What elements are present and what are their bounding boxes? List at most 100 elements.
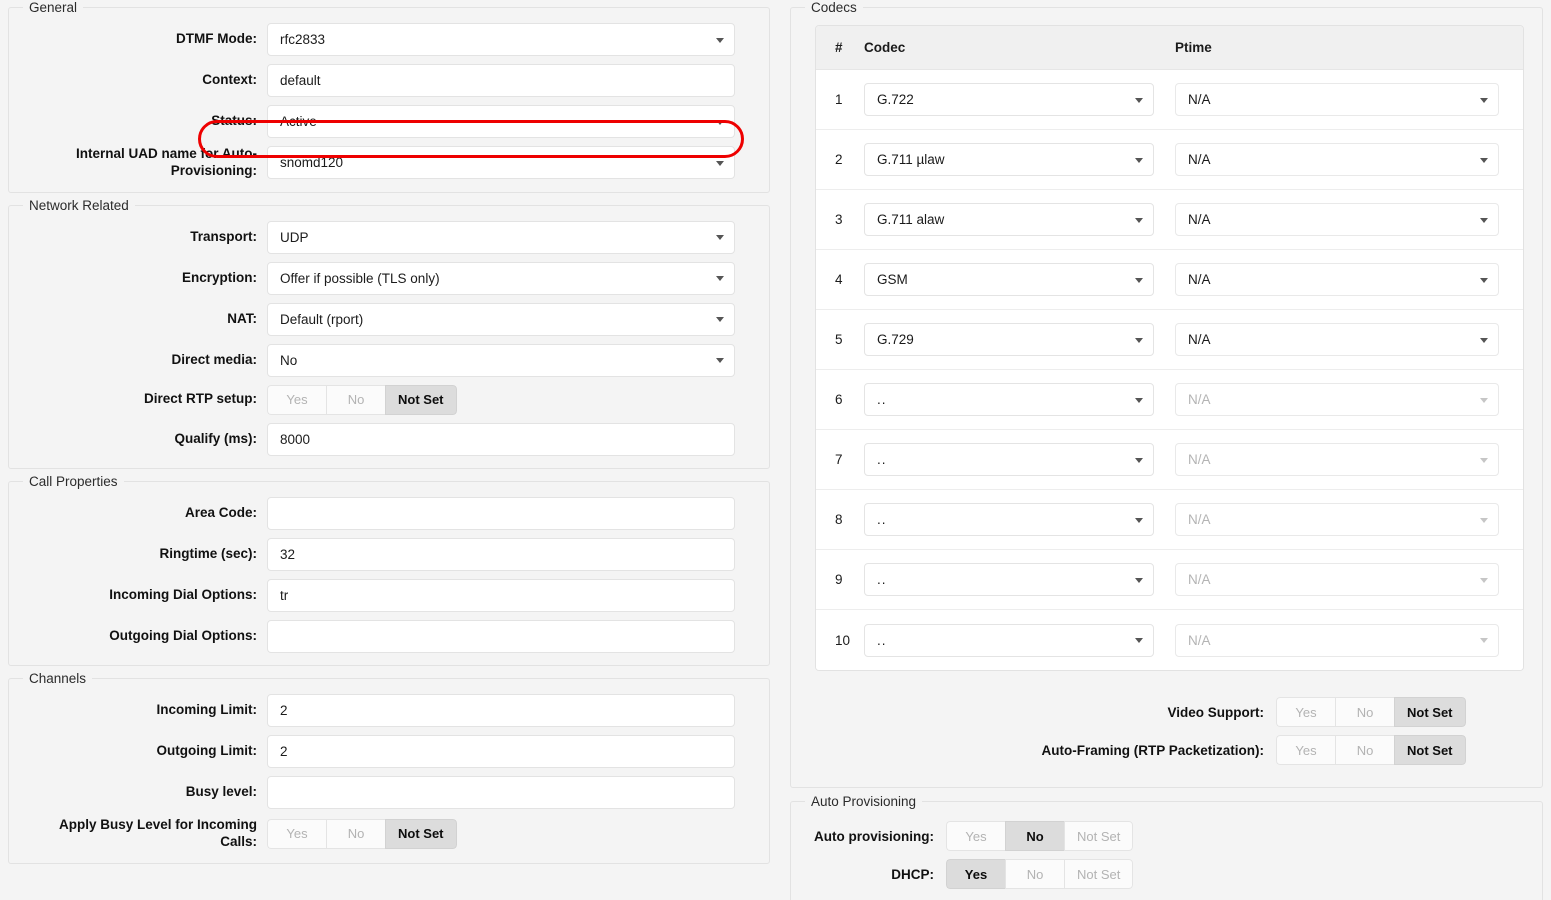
label-outgoing-dial-options: Outgoing Dial Options: — [19, 628, 267, 645]
general-legend: General — [23, 0, 83, 15]
video-support-option-no[interactable]: No — [1335, 697, 1394, 727]
codec-row-number: 10 — [816, 633, 864, 648]
codec-row-number: 2 — [816, 152, 864, 167]
select-codec-2[interactable]: G.711 µlaw — [864, 143, 1154, 176]
table-row: 9..N/A — [816, 550, 1523, 610]
codecs-table-body: 1G.722N/A2G.711 µlawN/A3G.711 alawN/A4GS… — [816, 70, 1523, 670]
apply-busy-level-for-incoming-calls-option-no[interactable]: No — [326, 819, 385, 849]
select-transport[interactable]: UDP — [267, 221, 735, 254]
form-row-ringtime-sec: Ringtime (sec):32 — [19, 538, 759, 571]
network-related-section: Network Related Transport:UDPEncryption:… — [8, 198, 770, 469]
label-qualify-ms: Qualify (ms): — [19, 431, 267, 448]
select-codec-4[interactable]: GSM — [864, 263, 1154, 296]
chevron-down-icon — [1135, 518, 1143, 523]
auto-provisioning-option-no[interactable]: No — [1005, 821, 1064, 851]
chevron-down-icon — [716, 358, 724, 363]
auto-provisioning-option-not-set[interactable]: Not Set — [1064, 821, 1133, 851]
input-qualify-ms[interactable]: 8000 — [267, 423, 735, 456]
input-incoming-dial-options[interactable]: tr — [267, 579, 735, 612]
select-ptime-3[interactable]: N/A — [1175, 203, 1499, 236]
video-support-option-yes[interactable]: Yes — [1276, 697, 1335, 727]
select-ptime-10: N/A — [1175, 624, 1499, 657]
auto-framing-rtp-packetization-option-not-set[interactable]: Not Set — [1394, 735, 1466, 765]
select-status[interactable]: Active — [267, 105, 735, 138]
chevron-down-icon — [716, 317, 724, 322]
select-codec-6[interactable]: .. — [864, 383, 1154, 416]
dhcp-option-yes[interactable]: Yes — [946, 859, 1005, 889]
value-outgoing-limit: 2 — [280, 744, 288, 759]
form-row-auto-framing-rtp-packetization: Auto-Framing (RTP Packetization):YesNoNo… — [801, 735, 1532, 765]
control-transport: UDP — [267, 221, 759, 254]
control-busy-level — [267, 776, 759, 809]
label-ringtime-sec: Ringtime (sec): — [19, 546, 267, 563]
select-ptime-9: N/A — [1175, 563, 1499, 596]
select-dtmf-mode[interactable]: rfc2833 — [267, 23, 735, 56]
direct-rtp-setup-option-not-set[interactable]: Not Set — [385, 385, 457, 415]
input-context[interactable]: default — [267, 64, 735, 97]
codec-cell: .. — [864, 624, 1175, 657]
input-outgoing-limit[interactable]: 2 — [267, 735, 735, 768]
select-direct-media[interactable]: No — [267, 344, 735, 377]
dhcp-option-no[interactable]: No — [1005, 859, 1064, 889]
control-status: Active — [267, 105, 759, 138]
select-ptime-2[interactable]: N/A — [1175, 143, 1499, 176]
video-support-option-not-set[interactable]: Not Set — [1394, 697, 1466, 727]
call-properties-rows: Area Code:Ringtime (sec):32Incoming Dial… — [19, 497, 759, 653]
ptime-value-8: N/A — [1188, 512, 1211, 527]
apply-busy-level-for-incoming-calls-option-not-set[interactable]: Not Set — [385, 819, 457, 849]
ptime-value-4: N/A — [1188, 272, 1211, 287]
control-area-code — [267, 497, 759, 530]
select-codec-8[interactable]: .. — [864, 503, 1154, 536]
auto-provisioning-option-yes[interactable]: Yes — [946, 821, 1005, 851]
direct-rtp-setup-option-no[interactable]: No — [326, 385, 385, 415]
auto-framing-rtp-packetization-option-yes[interactable]: Yes — [1276, 735, 1335, 765]
direct-rtp-setup-option-yes[interactable]: Yes — [267, 385, 326, 415]
value-direct-media: No — [280, 353, 297, 368]
select-codec-7[interactable]: .. — [864, 443, 1154, 476]
chevron-down-icon — [1480, 518, 1488, 523]
select-ptime-1[interactable]: N/A — [1175, 83, 1499, 116]
select-nat[interactable]: Default (rport) — [267, 303, 735, 336]
ptime-cell: N/A — [1175, 323, 1523, 356]
label-incoming-dial-options: Incoming Dial Options: — [19, 587, 267, 604]
value-qualify-ms: 8000 — [280, 432, 310, 447]
input-outgoing-dial-options[interactable] — [267, 620, 735, 653]
codecs-legend: Codecs — [805, 0, 863, 15]
form-row-qualify-ms: Qualify (ms): 8000 — [19, 423, 759, 456]
codec-row-number: 5 — [816, 332, 864, 347]
auto-provisioning-rows: Auto provisioning:YesNoNot SetDHCP:YesNo… — [801, 821, 1532, 889]
select-codec-9[interactable]: .. — [864, 563, 1154, 596]
select-codec-10[interactable]: .. — [864, 624, 1154, 657]
chevron-down-icon — [1480, 398, 1488, 403]
ptime-cell: N/A — [1175, 443, 1523, 476]
label-internal-uad-name-for-auto-provisioning: Internal UAD name for Auto-Provisioning: — [19, 146, 267, 180]
auto-framing-rtp-packetization-option-no[interactable]: No — [1335, 735, 1394, 765]
select-codec-3[interactable]: G.711 alaw — [864, 203, 1154, 236]
select-encryption[interactable]: Offer if possible (TLS only) — [267, 262, 735, 295]
input-busy-level[interactable] — [267, 776, 735, 809]
apply-busy-level-for-incoming-calls-option-yes[interactable]: Yes — [267, 819, 326, 849]
input-incoming-limit[interactable]: 2 — [267, 694, 735, 727]
ptime-cell: N/A — [1175, 203, 1523, 236]
value-status: Active — [280, 114, 317, 129]
select-codec-1[interactable]: G.722 — [864, 83, 1154, 116]
column-header-number: # — [816, 40, 864, 55]
input-ringtime-sec[interactable]: 32 — [267, 538, 735, 571]
general-rows: DTMF Mode:rfc2833Context:defaultStatus:A… — [19, 23, 759, 180]
select-internal-uad-name-for-auto-provisioning[interactable]: snomd120 — [267, 146, 735, 179]
input-area-code[interactable] — [267, 497, 735, 530]
auto-provisioning-section: Auto Provisioning Auto provisioning:YesN… — [790, 794, 1543, 900]
select-ptime-5[interactable]: N/A — [1175, 323, 1499, 356]
table-row: 1G.722N/A — [816, 70, 1523, 130]
select-ptime-4[interactable]: N/A — [1175, 263, 1499, 296]
codec-value-4: GSM — [877, 272, 908, 287]
value-transport: UDP — [280, 230, 309, 245]
select-codec-5[interactable]: G.729 — [864, 323, 1154, 356]
control-outgoing-dial-options — [267, 620, 759, 653]
chevron-down-icon — [716, 38, 724, 43]
form-row-direct-rtp-setup: Direct RTP setup:YesNoNot Set — [19, 385, 759, 415]
value-encryption: Offer if possible (TLS only) — [280, 271, 440, 286]
chevron-down-icon — [1480, 458, 1488, 463]
dhcp-option-not-set[interactable]: Not Set — [1064, 859, 1133, 889]
codec-cell: .. — [864, 563, 1175, 596]
